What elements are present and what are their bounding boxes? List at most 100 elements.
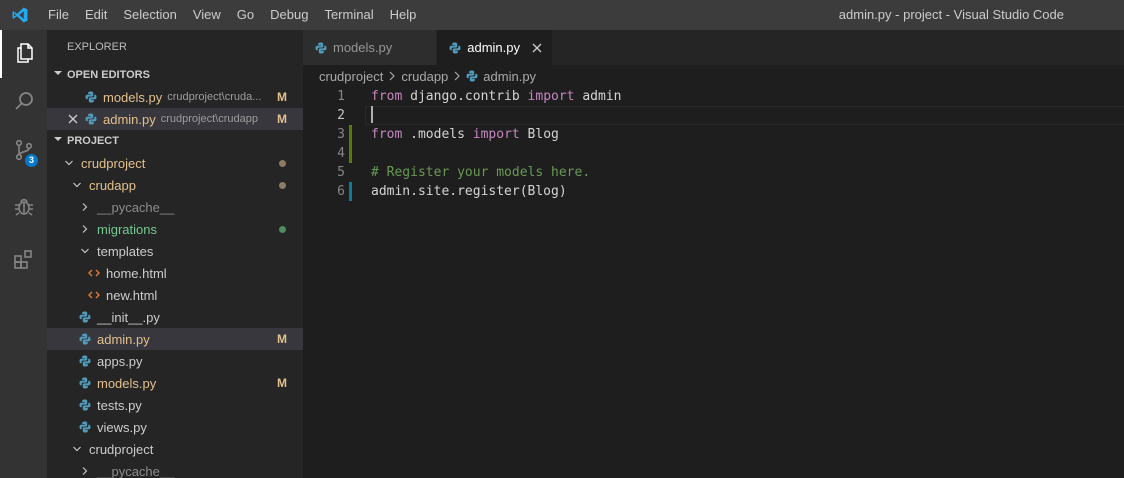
chevron-down-icon	[53, 130, 67, 152]
folder-label: __pycache__	[97, 463, 175, 478]
open-editor-filename: admin.py	[103, 111, 156, 127]
extensions-icon	[12, 247, 36, 274]
tree-folder-crudapp[interactable]: crudapp	[47, 174, 303, 196]
file-label: new.html	[106, 287, 158, 303]
chevron-right-icon	[453, 71, 461, 81]
chevron-right-icon	[388, 71, 396, 81]
tab-admin-py[interactable]: admin.py	[437, 30, 553, 65]
code-editor[interactable]: 1 from django.contrib import admin 2 3 f…	[303, 87, 1124, 201]
explorer-activity-button[interactable]	[0, 30, 47, 78]
chevron-down-icon	[69, 444, 85, 454]
search-icon	[12, 89, 36, 116]
code-text: from .models import Blog	[371, 127, 559, 142]
file-label: apps.py	[97, 353, 143, 369]
tree-file-views-py[interactable]: views.py	[47, 416, 303, 438]
chevron-down-icon	[53, 64, 67, 86]
explorer-sidebar: EXPLORER OPEN EDITORS models.py crudproj…	[47, 30, 303, 478]
breadcrumb: crudproject crudapp admin.py	[303, 65, 1124, 87]
open-editor-path: crudproject\crudapp	[160, 113, 258, 125]
project-header[interactable]: PROJECT	[47, 130, 303, 152]
tree-file-admin-py[interactable]: admin.py M	[47, 328, 303, 350]
code-text: from django.contrib import admin	[371, 89, 622, 104]
tree-folder-pycache[interactable]: __pycache__	[47, 196, 303, 218]
scm-count-badge: 3	[25, 154, 38, 167]
tree-file-home-html[interactable]: home.html	[47, 262, 303, 284]
python-file-icon	[77, 333, 93, 345]
tree-folder-pycache-inner[interactable]: __pycache__	[47, 460, 303, 478]
menu-view[interactable]: View	[185, 0, 229, 30]
code-line-current[interactable]: 2	[303, 106, 1124, 125]
breadcrumb-item[interactable]: crudproject	[319, 69, 383, 84]
python-file-icon	[77, 355, 93, 367]
modified-badge: M	[277, 332, 287, 346]
code-text: admin.site.register(Blog)	[371, 184, 567, 199]
close-icon[interactable]	[65, 114, 81, 124]
line-number: 4	[337, 146, 345, 161]
breadcrumb-item[interactable]: admin.py	[483, 69, 536, 84]
menu-edit[interactable]: Edit	[77, 0, 115, 30]
menu-help[interactable]: Help	[382, 0, 425, 30]
open-editor-item-admin[interactable]: admin.py crudproject\crudapp M	[47, 108, 303, 130]
code-line[interactable]: 3 from .models import Blog	[303, 125, 1124, 144]
debug-activity-button[interactable]	[0, 184, 47, 232]
menu-terminal[interactable]: Terminal	[316, 0, 381, 30]
activity-bar: 3	[0, 30, 47, 478]
open-editors-header[interactable]: OPEN EDITORS	[47, 64, 303, 86]
line-number: 1	[337, 89, 345, 104]
breadcrumb-item[interactable]: crudapp	[401, 69, 448, 84]
code-line[interactable]: 6 admin.site.register(Blog)	[303, 182, 1124, 201]
text-cursor	[371, 106, 373, 123]
code-line[interactable]: 1 from django.contrib import admin	[303, 87, 1124, 106]
python-file-icon	[77, 377, 93, 389]
code-text	[371, 106, 373, 125]
tree-file-new-html[interactable]: new.html	[47, 284, 303, 306]
code-text: # Register your models here.	[371, 165, 591, 180]
file-label: tests.py	[97, 397, 142, 413]
project-label: PROJECT	[67, 135, 119, 147]
folder-label: migrations	[97, 221, 157, 237]
modified-badge: M	[277, 90, 287, 104]
tree-file-apps-py[interactable]: apps.py	[47, 350, 303, 372]
menu-go[interactable]: Go	[229, 0, 262, 30]
html-file-icon	[86, 267, 102, 279]
git-modified-gutter	[349, 182, 352, 201]
tree-file-init-py[interactable]: __init__.py	[47, 306, 303, 328]
tree-file-models-py[interactable]: models.py M	[47, 372, 303, 394]
python-file-icon	[315, 42, 327, 54]
open-editors-label: OPEN EDITORS	[67, 69, 150, 81]
line-number: 3	[337, 127, 345, 142]
menu-selection[interactable]: Selection	[115, 0, 184, 30]
tree-folder-crudproject[interactable]: crudproject	[47, 152, 303, 174]
debug-bug-icon	[12, 195, 36, 222]
extensions-activity-button[interactable]	[0, 236, 47, 284]
close-tab-icon[interactable]	[532, 43, 542, 53]
code-line[interactable]: 4	[303, 144, 1124, 163]
menu-file[interactable]: File	[40, 0, 77, 30]
folder-label: templates	[97, 243, 154, 259]
tree-file-tests-py[interactable]: tests.py	[47, 394, 303, 416]
open-editor-item-models[interactable]: models.py crudproject\cruda... M	[47, 86, 303, 108]
editor-tabs: models.py admin.py	[303, 30, 1124, 65]
modified-dot	[279, 160, 286, 167]
file-label: admin.py	[97, 331, 150, 347]
menu-debug[interactable]: Debug	[262, 0, 316, 30]
tree-folder-migrations[interactable]: migrations	[47, 218, 303, 240]
vscode-logo-icon	[0, 0, 40, 30]
git-added-gutter	[349, 144, 352, 163]
search-activity-button[interactable]	[0, 78, 47, 126]
tab-label: admin.py	[467, 40, 520, 55]
files-icon	[13, 41, 37, 68]
modified-badge: M	[277, 112, 287, 126]
modified-dot	[279, 182, 286, 189]
open-editor-filename: models.py	[103, 89, 163, 105]
tree-folder-templates[interactable]: templates	[47, 240, 303, 262]
chevron-down-icon	[77, 246, 93, 256]
tree-folder-crudproject-inner[interactable]: crudproject	[47, 438, 303, 460]
line-number: 6	[337, 184, 345, 199]
code-line[interactable]: 5 # Register your models here.	[303, 163, 1124, 182]
modified-badge: M	[277, 376, 287, 390]
folder-label: __pycache__	[97, 199, 175, 215]
sidebar-title: EXPLORER	[67, 41, 127, 53]
tab-models-py[interactable]: models.py	[303, 30, 438, 65]
source-control-activity-button[interactable]: 3	[0, 126, 47, 174]
